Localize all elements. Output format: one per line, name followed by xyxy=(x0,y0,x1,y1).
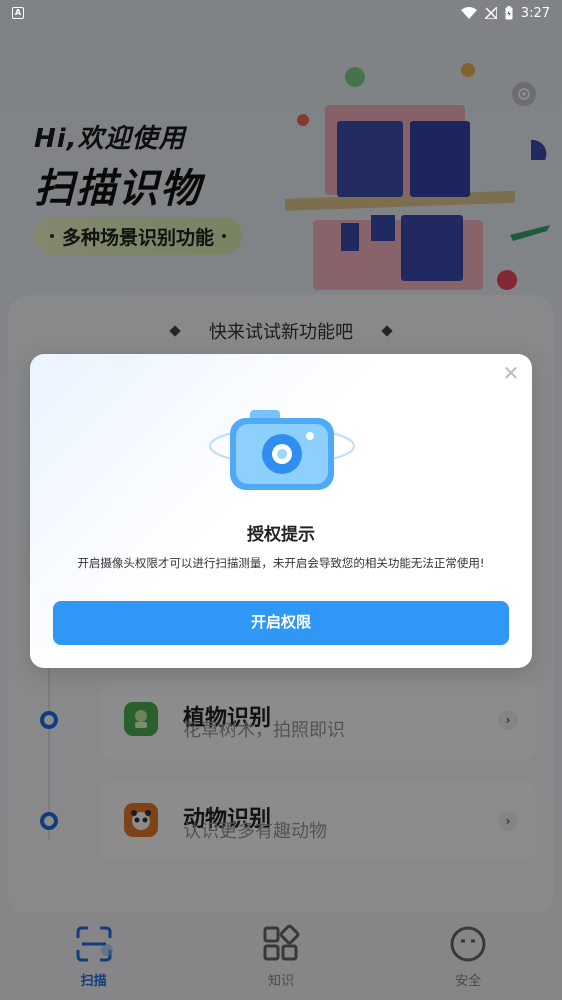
camera-icon xyxy=(202,384,362,504)
battery-charging-icon xyxy=(505,6,513,20)
wifi-icon xyxy=(460,7,477,19)
close-icon[interactable]: ✕ xyxy=(502,363,520,383)
dialog-message: 开启摄像头权限才可以进行扫描测量，未开启会导致您的相关功能无法正常使用! xyxy=(77,556,485,570)
status-right: 3:27 xyxy=(460,5,550,21)
status-time: 3:27 xyxy=(520,5,550,21)
status-bar: A 3:27 xyxy=(0,0,562,26)
a-notification-icon: A xyxy=(12,7,24,19)
permission-dialog: ✕ 授权提示 开启摄像头权限才可以进行扫描测量，未开启会导致您的相关功能无法正常… xyxy=(30,354,532,668)
enable-permission-button[interactable]: 开启权限 xyxy=(53,601,509,645)
status-left: A xyxy=(12,7,24,19)
dialog-title: 授权提示 xyxy=(247,525,315,545)
signal-off-icon xyxy=(484,7,497,19)
